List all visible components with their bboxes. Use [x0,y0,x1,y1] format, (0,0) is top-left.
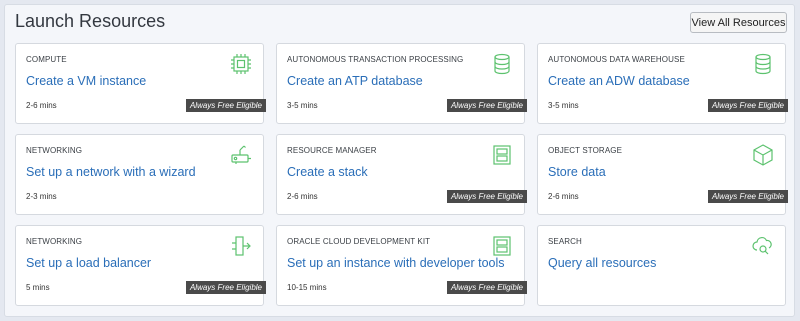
card-time-estimate: 2-6 mins [548,192,579,201]
card-store-data[interactable]: OBJECT STORAGE Store data 2-6 mins Alway… [537,134,788,215]
always-free-badge: Always Free Eligible [185,281,266,294]
stack-icon [490,143,514,167]
box-icon [751,143,775,167]
card-create-vm-instance[interactable]: COMPUTE Create a VM instance 2-6 mins Al… [15,43,266,124]
database-icon [490,52,514,76]
card-link[interactable]: Create a stack [287,165,368,179]
card-time-estimate: 2-3 mins [26,192,57,201]
card-time-estimate: 3-5 mins [287,101,318,110]
stack-icon [490,234,514,258]
card-query-all-resources[interactable]: SEARCH Query all resources [537,225,786,306]
database-icon [751,52,775,76]
card-category: COMPUTE [26,55,67,64]
cloud-search-icon [751,234,775,258]
card-category: OBJECT STORAGE [548,146,623,155]
card-create-stack[interactable]: RESOURCE MANAGER Create a stack 2-6 mins… [276,134,527,215]
card-developer-tools-instance[interactable]: ORACLE CLOUD DEVELOPMENT KIT Set up an i… [276,225,527,306]
card-create-adw-database[interactable]: AUTONOMOUS DATA WAREHOUSE Create an ADW … [537,43,788,124]
launch-resources-panel: Launch Resources View All Resources COMP… [4,4,795,317]
view-all-resources-button[interactable]: View All Resources [690,12,787,33]
card-time-estimate: 2-6 mins [287,192,318,201]
card-category: ORACLE CLOUD DEVELOPMENT KIT [287,237,431,246]
card-category: SEARCH [548,237,582,246]
card-category: AUTONOMOUS TRANSACTION PROCESSING [287,55,464,64]
card-link[interactable]: Set up a load balancer [26,256,151,270]
always-free-badge: Always Free Eligible [446,281,527,294]
always-free-badge: Always Free Eligible [707,190,788,203]
network-wizard-icon [229,143,253,167]
card-link[interactable]: Query all resources [548,256,656,270]
card-time-estimate: 2-6 mins [26,101,57,110]
resource-card-grid: COMPUTE Create a VM instance 2-6 mins Al… [15,43,788,306]
always-free-badge: Always Free Eligible [446,190,527,203]
card-link[interactable]: Set up a network with a wizard [26,165,196,179]
card-link[interactable]: Create an ATP database [287,74,423,88]
card-category: RESOURCE MANAGER [287,146,377,155]
card-link[interactable]: Store data [548,165,606,179]
card-time-estimate: 10-15 mins [287,283,327,292]
card-time-estimate: 5 mins [26,283,50,292]
card-category: AUTONOMOUS DATA WAREHOUSE [548,55,685,64]
panel-title: Launch Resources [15,11,166,31]
card-load-balancer[interactable]: NETWORKING Set up a load balancer 5 mins… [15,225,266,306]
always-free-badge: Always Free Eligible [185,99,266,112]
load-balancer-icon [229,234,253,258]
card-time-estimate: 3-5 mins [548,101,579,110]
always-free-badge: Always Free Eligible [707,99,788,112]
card-link[interactable]: Create a VM instance [26,74,146,88]
card-link[interactable]: Set up an instance with developer tools [287,256,505,270]
chip-icon [229,52,253,76]
card-category: NETWORKING [26,146,83,155]
card-category: NETWORKING [26,237,83,246]
card-create-atp-database[interactable]: AUTONOMOUS TRANSACTION PROCESSING Create… [276,43,527,124]
always-free-badge: Always Free Eligible [446,99,527,112]
card-link[interactable]: Create an ADW database [548,74,690,88]
card-network-wizard[interactable]: NETWORKING Set up a network with a wizar… [15,134,264,215]
